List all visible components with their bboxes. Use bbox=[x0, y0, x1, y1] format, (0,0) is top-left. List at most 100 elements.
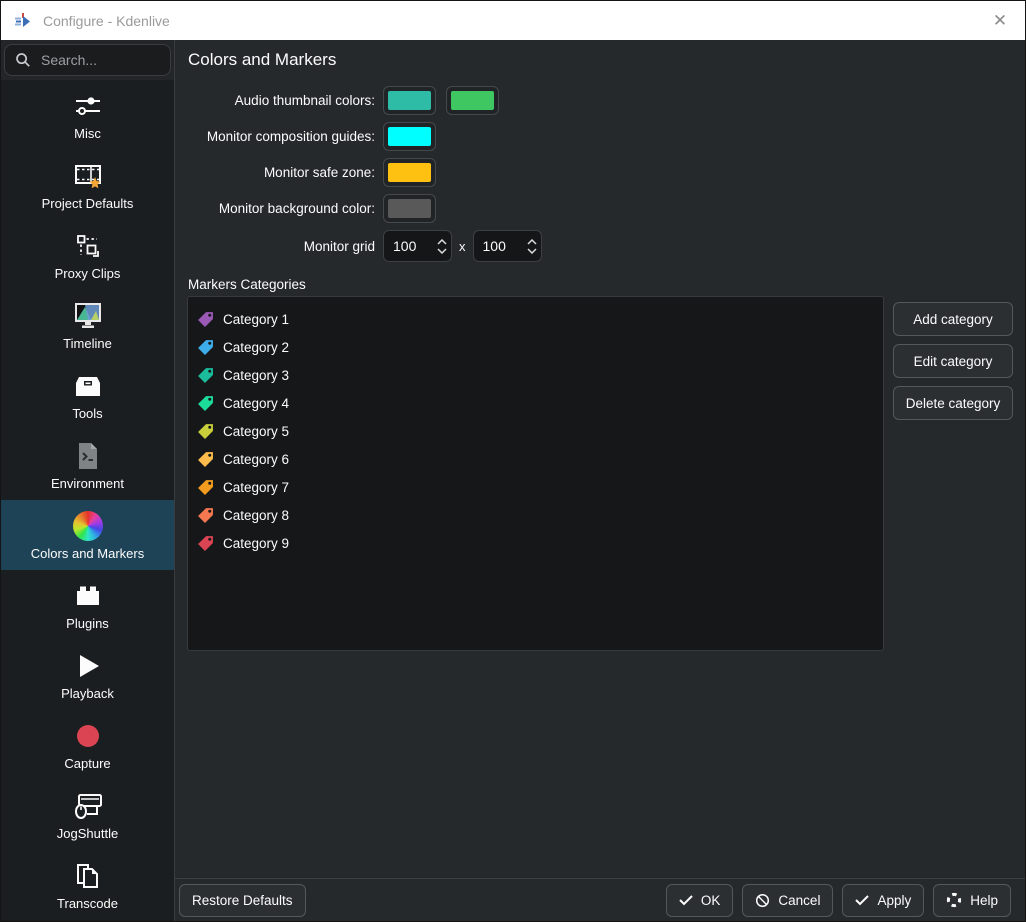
tag-icon bbox=[197, 451, 214, 468]
configure-dialog: Configure - Kdenlive ✕ bbox=[0, 0, 1026, 922]
category-label: Category 7 bbox=[223, 480, 289, 495]
grid-separator-label: x bbox=[459, 239, 466, 254]
sidebar-item-playback[interactable]: Playback bbox=[1, 640, 174, 710]
sidebar-item-colors-and-markers[interactable]: Colors and Markers bbox=[1, 500, 174, 570]
sidebar-item-plugins[interactable]: Plugins bbox=[1, 570, 174, 640]
list-item-category-5[interactable]: Category 5 bbox=[188, 417, 883, 445]
categories-list[interactable]: Category 1 Category 2 Cate bbox=[187, 296, 884, 651]
category-label: Category 3 bbox=[223, 368, 289, 383]
grid-width-spinbox bbox=[383, 230, 452, 262]
sidebar-item-label: Transcode bbox=[57, 896, 118, 911]
spin-down-icon[interactable] bbox=[527, 248, 537, 254]
list-item-category-3[interactable]: Category 3 bbox=[188, 361, 883, 389]
spin-up-icon[interactable] bbox=[437, 239, 447, 245]
help-button[interactable]: Help bbox=[933, 884, 1011, 917]
sidebar-item-misc[interactable]: Misc bbox=[1, 80, 174, 150]
category-label: Category 8 bbox=[223, 508, 289, 523]
category-label: Category 5 bbox=[223, 424, 289, 439]
window-title: Configure - Kdenlive bbox=[43, 13, 985, 29]
help-button-label: Help bbox=[970, 893, 998, 908]
check-icon bbox=[855, 894, 869, 906]
grid-width-input[interactable] bbox=[393, 238, 427, 254]
kdenlive-logo-icon bbox=[13, 11, 33, 31]
edit-category-button[interactable]: Edit category bbox=[893, 344, 1013, 378]
monitor-grid-label: Monitor grid bbox=[179, 239, 375, 254]
cancel-icon bbox=[755, 893, 770, 908]
sidebar-item-transcode[interactable]: Transcode bbox=[1, 850, 174, 920]
category-label: Category 4 bbox=[223, 396, 289, 411]
cancel-button[interactable]: Cancel bbox=[742, 884, 833, 917]
sidebar-item-label: Proxy Clips bbox=[55, 266, 121, 281]
category-label: Category 1 bbox=[223, 312, 289, 327]
tag-icon bbox=[197, 339, 214, 356]
list-item-category-1[interactable]: Category 1 bbox=[188, 305, 883, 333]
search-input[interactable] bbox=[41, 52, 160, 68]
help-icon bbox=[946, 892, 962, 908]
ok-button[interactable]: OK bbox=[666, 884, 734, 917]
sidebar-item-proxy-clips[interactable]: Proxy Clips bbox=[1, 220, 174, 290]
sidebar-item-tools[interactable]: Tools bbox=[1, 360, 174, 430]
sidebar-item-label: Plugins bbox=[66, 616, 109, 631]
monitor-background-fill bbox=[388, 199, 431, 218]
list-item-category-4[interactable]: Category 4 bbox=[188, 389, 883, 417]
audio-thumbnail-colors-row: Audio thumbnail colors: bbox=[175, 86, 1025, 115]
ok-button-label: OK bbox=[701, 893, 721, 908]
safe-zone-label: Monitor safe zone: bbox=[179, 165, 375, 180]
list-item-category-7[interactable]: Category 7 bbox=[188, 473, 883, 501]
tag-icon bbox=[197, 507, 214, 524]
tag-icon bbox=[197, 395, 214, 412]
sidebar-item-capture[interactable]: Capture bbox=[1, 710, 174, 780]
dialog-button-bar: Restore Defaults OK Cancel Apply bbox=[175, 878, 1025, 921]
list-item-category-8[interactable]: Category 8 bbox=[188, 501, 883, 529]
sidebar-item-environment[interactable]: Environment bbox=[1, 430, 174, 500]
category-label: Category 6 bbox=[223, 452, 289, 467]
close-button[interactable]: ✕ bbox=[985, 6, 1015, 36]
sidebar-item-timeline[interactable]: Timeline bbox=[1, 290, 174, 360]
spin-up-icon[interactable] bbox=[527, 239, 537, 245]
grid-height-input[interactable] bbox=[483, 238, 517, 254]
search-strip bbox=[1, 40, 174, 80]
tag-icon bbox=[197, 479, 214, 496]
sidebar-item-label: JogShuttle bbox=[57, 826, 118, 841]
cancel-button-label: Cancel bbox=[778, 893, 820, 908]
apply-button-label: Apply bbox=[877, 893, 911, 908]
spin-down-icon[interactable] bbox=[437, 248, 447, 254]
audio-color-2-swatch[interactable] bbox=[446, 86, 499, 115]
search-box bbox=[4, 44, 171, 76]
restore-defaults-button[interactable]: Restore Defaults bbox=[179, 884, 306, 917]
grid-height-spinbox bbox=[473, 230, 542, 262]
colors-markers-panel: Audio thumbnail colors: Monitor composit… bbox=[175, 80, 1025, 878]
sidebar-item-label: Tools bbox=[72, 406, 102, 421]
sidebar-item-label: Capture bbox=[64, 756, 110, 771]
safe-zone-fill bbox=[388, 163, 431, 182]
monitor-icon bbox=[72, 300, 104, 332]
monitor-background-row: Monitor background color: bbox=[175, 194, 1025, 223]
sidebar-item-label: Environment bbox=[51, 476, 124, 491]
settings-sidebar: Misc Project Defaults bbox=[1, 40, 175, 921]
delete-category-button[interactable]: Delete category bbox=[893, 386, 1013, 420]
sidebar-item-label: Project Defaults bbox=[42, 196, 134, 211]
list-item-category-6[interactable]: Category 6 bbox=[188, 445, 883, 473]
tag-icon bbox=[197, 423, 214, 440]
sidebar-item-jogshuttle[interactable]: JogShuttle bbox=[1, 780, 174, 850]
audio-color-1-fill bbox=[388, 91, 431, 110]
list-item-category-2[interactable]: Category 2 bbox=[188, 333, 883, 361]
safe-zone-row: Monitor safe zone: bbox=[175, 158, 1025, 187]
safe-zone-swatch[interactable] bbox=[383, 158, 436, 187]
record-icon bbox=[74, 720, 102, 752]
page-title: Colors and Markers bbox=[175, 40, 1025, 80]
composition-guides-row: Monitor composition guides: bbox=[175, 122, 1025, 151]
monitor-grid-row: Monitor grid x bbox=[175, 230, 1025, 262]
monitor-background-swatch[interactable] bbox=[383, 194, 436, 223]
apply-button[interactable]: Apply bbox=[842, 884, 924, 917]
add-category-button[interactable]: Add category bbox=[893, 302, 1013, 336]
category-label: Category 9 bbox=[223, 536, 289, 551]
check-icon bbox=[679, 894, 693, 906]
sliders-icon bbox=[73, 90, 103, 122]
audio-color-1-swatch[interactable] bbox=[383, 86, 436, 115]
sidebar-item-label: Timeline bbox=[63, 336, 112, 351]
composition-guides-swatch[interactable] bbox=[383, 122, 436, 151]
list-item-category-9[interactable]: Category 9 bbox=[188, 529, 883, 557]
sidebar-item-project-defaults[interactable]: Project Defaults bbox=[1, 150, 174, 220]
transcode-icon bbox=[74, 860, 102, 892]
